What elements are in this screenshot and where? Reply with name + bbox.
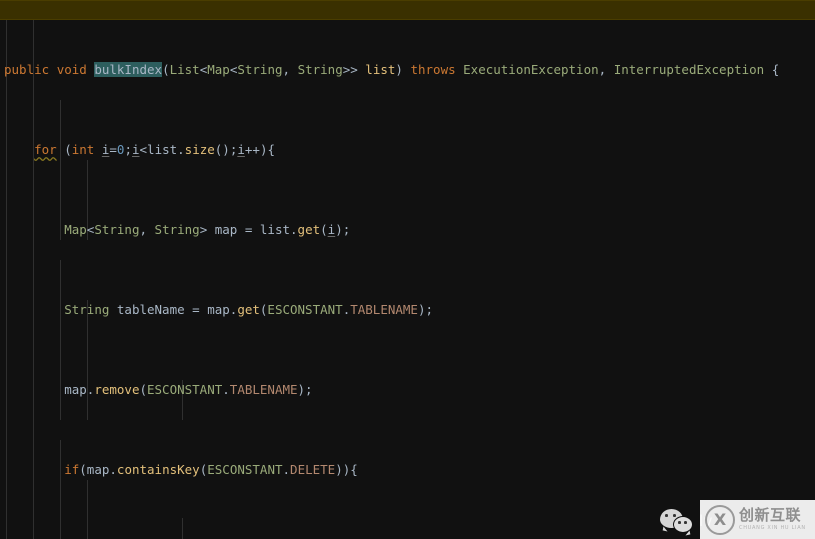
cx-logo-icon: X <box>705 504 735 535</box>
brand-name-cn: 创新互联 <box>739 506 802 524</box>
code-line[interactable]: String tableName = map.get(ESCONSTANT.TA… <box>0 300 815 320</box>
code-line[interactable]: public void bulkIndex(List<Map<String, S… <box>0 60 815 80</box>
brand-text: 创新互联 CHUANG XIN HU LIAN <box>739 508 806 531</box>
code-line[interactable]: if(map.containsKey(ESCONSTANT.DELETE)){ <box>0 460 815 480</box>
code-line[interactable]: map.remove(ESCONSTANT.TABLENAME); <box>0 380 815 400</box>
code-content[interactable]: public void bulkIndex(List<Map<String, S… <box>0 0 815 539</box>
brand-name-en: CHUANG XIN HU LIAN <box>739 525 806 531</box>
wechat-icon <box>660 507 694 535</box>
code-editor[interactable]: public void bulkIndex(List<Map<String, S… <box>0 0 815 539</box>
selected-token[interactable]: bulkIndex <box>94 62 163 77</box>
brand-watermark: X 创新互联 CHUANG XIN HU LIAN <box>700 500 815 539</box>
wechat-bubble-small <box>673 516 693 533</box>
code-line[interactable]: Map<String, String> map = list.get(i); <box>0 220 815 240</box>
code-line[interactable]: for (int i=0;i<list.size();i++){ <box>0 140 815 160</box>
